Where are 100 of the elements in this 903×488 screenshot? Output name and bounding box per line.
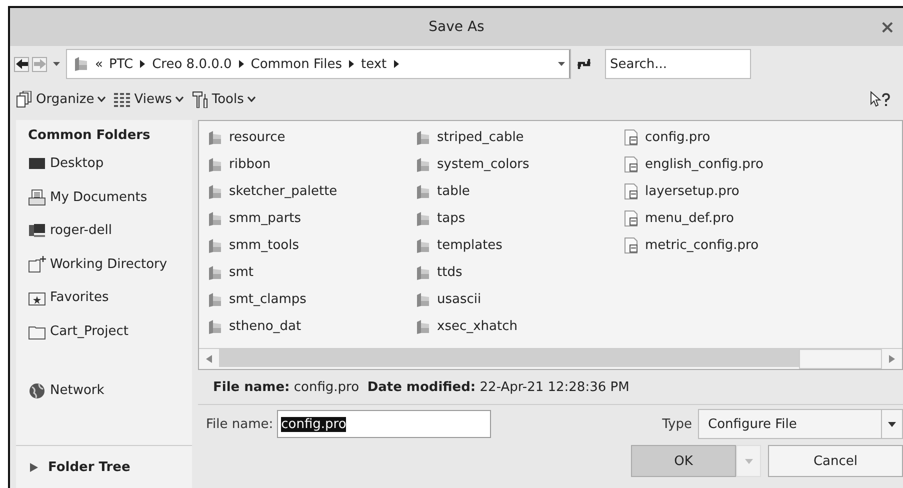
file-name-label: File name: [206, 416, 274, 432]
file-item[interactable]: english_config.pro [623, 151, 863, 178]
refresh-icon [576, 57, 592, 71]
back-arrow-icon [16, 59, 28, 69]
computer-icon [28, 222, 46, 240]
breadcrumb[interactable]: Common Files [250, 56, 342, 72]
ok-button[interactable]: OK [631, 445, 736, 477]
folder-item[interactable]: templates [415, 232, 623, 259]
caret-icon [558, 62, 565, 66]
pages-icon [16, 90, 33, 108]
folder-icon [73, 56, 89, 72]
caret-right-icon [30, 462, 38, 472]
sidebar-item[interactable]: Working Directory [16, 248, 192, 281]
folder-icon [207, 264, 223, 280]
chevron-down-icon [174, 96, 184, 102]
chevron-icon [394, 60, 399, 68]
folder-icon [207, 318, 223, 334]
scroll-right-icon [889, 355, 895, 363]
breadcrumb[interactable]: PTC [108, 56, 134, 72]
folder-icon [207, 130, 223, 146]
file-item[interactable]: config.pro [623, 124, 863, 151]
folder-item[interactable]: system_colors [415, 151, 623, 178]
globe-icon [28, 382, 46, 400]
cancel-button[interactable]: Cancel [768, 445, 903, 477]
file-item[interactable]: layersetup.pro [623, 178, 863, 205]
document-icon [28, 188, 46, 206]
caret-icon [53, 62, 60, 66]
help-pointer-icon [869, 91, 891, 107]
breadcrumb[interactable]: text [361, 56, 387, 72]
back-button[interactable] [14, 56, 29, 72]
sidebar-item[interactable]: Favorites [16, 281, 192, 314]
sidebar-item[interactable]: roger-dell [16, 214, 192, 248]
folder-item[interactable]: stheno_dat [207, 313, 415, 340]
chevron-icon [238, 60, 244, 68]
folder-item[interactable]: smm_tools [207, 232, 415, 259]
folder-icon [415, 210, 431, 226]
chevron-down-icon [246, 96, 256, 102]
folder-item[interactable]: xsec_xhatch [415, 313, 623, 340]
folder-item[interactable]: ribbon [207, 151, 415, 178]
file-type-dropdown[interactable]: Configure File [698, 409, 903, 439]
close-button[interactable]: × [876, 17, 899, 38]
file-details-text: File name: config.pro Date modified: 22-Apr-21 12:28:36 PM [198, 370, 903, 405]
folder-icon [415, 292, 431, 308]
file-item[interactable]: menu_def.pro [623, 205, 863, 232]
document-icon [623, 210, 639, 227]
folder-icon [207, 292, 223, 308]
window-title: Save As [428, 19, 484, 35]
folder-item[interactable]: smm_parts [207, 205, 415, 232]
folder-item[interactable]: table [415, 178, 623, 205]
folder-icon [28, 256, 46, 273]
history-dropdown[interactable] [50, 62, 63, 66]
file-item[interactable]: metric_config.pro [623, 232, 863, 259]
document-icon [623, 156, 639, 173]
forward-arrow-icon [34, 59, 46, 69]
folder-icon [415, 318, 431, 334]
sidebar-item[interactable]: Desktop [16, 147, 192, 180]
caret-icon [888, 422, 896, 426]
caret-icon [744, 458, 752, 464]
folder-item[interactable]: sketcher_palette [207, 178, 415, 205]
sidebar-heading: Common Folders [27, 128, 152, 145]
toolbar-menu-button[interactable]: Tools [190, 90, 258, 108]
grid-icon [114, 90, 132, 108]
folder-item[interactable]: taps [415, 205, 623, 232]
folder-item[interactable]: resource [207, 124, 415, 151]
sidebar-item[interactable]: Cart_Project [16, 314, 192, 348]
scroll-left-icon [206, 355, 212, 363]
folder-icon [207, 210, 223, 226]
address-bar[interactable]: « PTC Creo 8.0.0.0 Common Files text [66, 49, 571, 79]
folder-item[interactable]: smt_clamps [207, 286, 415, 313]
scrollbar-thumb[interactable] [219, 349, 799, 367]
sidebar-item[interactable]: My Documents [16, 180, 192, 214]
chevron-down-icon [97, 96, 106, 102]
document-icon [623, 183, 639, 200]
breadcrumb[interactable]: Creo 8.0.0.0 [152, 56, 232, 72]
folder-icon [415, 156, 431, 172]
folder-item[interactable]: striped_cable [415, 124, 623, 151]
folder-icon [415, 238, 431, 254]
file-name-field[interactable]: config.pro [277, 410, 492, 438]
search-field[interactable]: Search... [605, 49, 751, 79]
folder-item[interactable]: ttds [415, 259, 623, 286]
folder-tree-toggle[interactable]: Folder Tree [16, 445, 192, 488]
breadcrumb-overflow[interactable]: « [95, 56, 103, 72]
folder-icon [207, 184, 223, 200]
folder-icon [207, 156, 223, 172]
folder-item[interactable]: usascii [415, 286, 623, 313]
hammer-icon [192, 90, 209, 108]
folder-icon [415, 130, 431, 146]
document-icon [623, 237, 639, 254]
horizontal-scrollbar[interactable] [199, 348, 902, 369]
sidebar-item[interactable]: Network [16, 374, 192, 408]
type-label: Type [662, 416, 692, 432]
chevron-icon [349, 60, 354, 68]
folder-item[interactable]: smt [207, 259, 415, 286]
folder-icon [415, 264, 431, 280]
document-icon [623, 129, 639, 146]
folder-icon [415, 184, 431, 200]
chevron-icon [140, 60, 146, 68]
toolbar-menu-button[interactable]: Views [112, 90, 186, 108]
toolbar-menu-button[interactable]: Organize [14, 90, 108, 108]
folder-icon [207, 238, 223, 254]
